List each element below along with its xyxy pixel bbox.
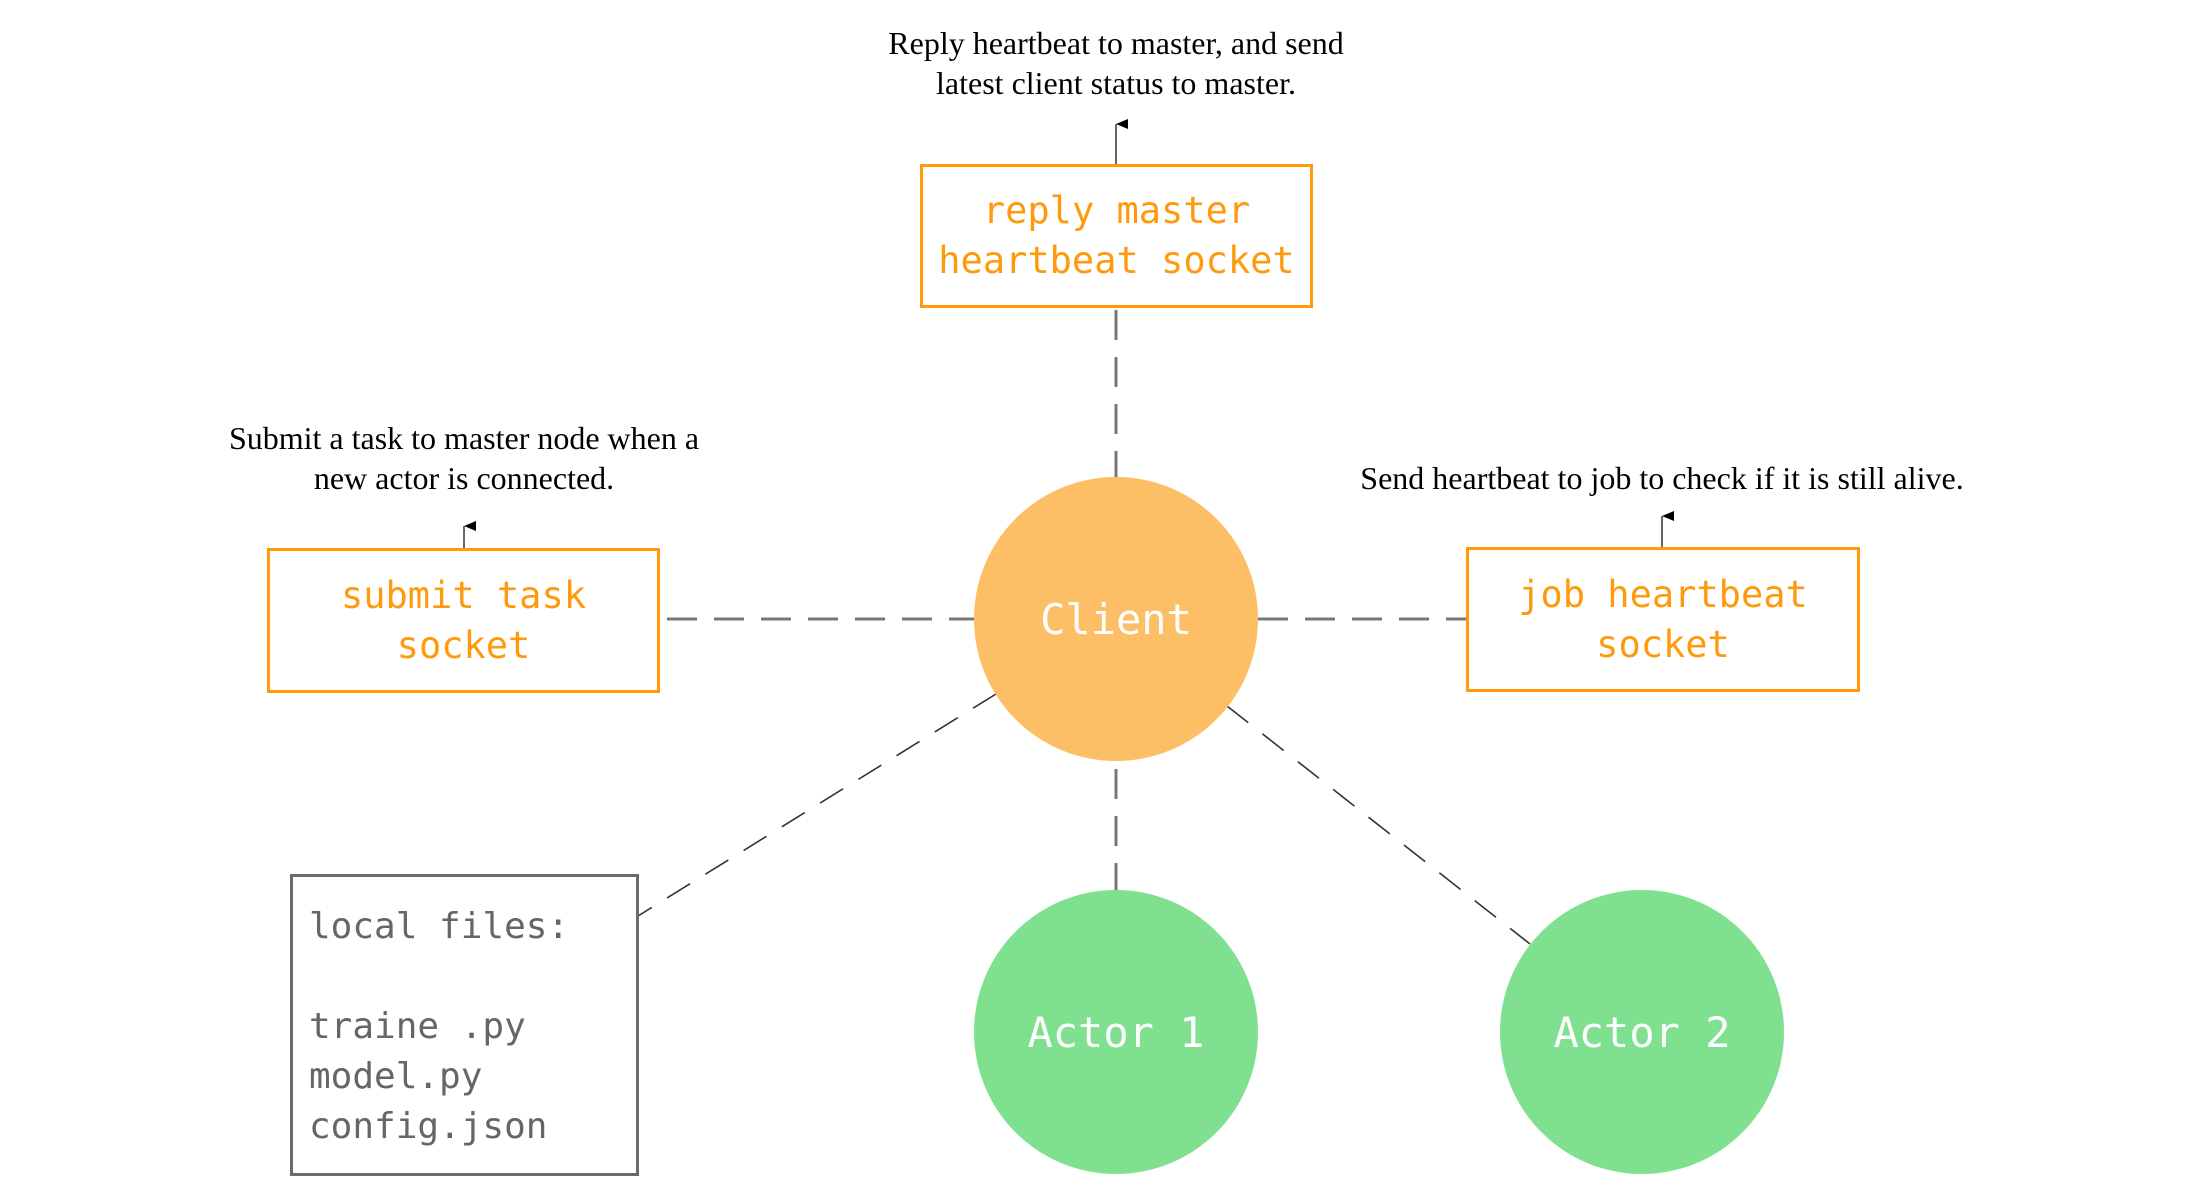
actor-2-node[interactable]: Actor 2 xyxy=(1500,890,1784,1174)
socket-label-line-1: reply master xyxy=(982,189,1251,232)
local-files-spacer xyxy=(309,952,636,1002)
local-files-box[interactable]: local files: traine .py model.py config.… xyxy=(290,874,639,1176)
socket-label-line-1: job heartbeat xyxy=(1518,572,1808,616)
job-heartbeat-socket[interactable]: job heartbeat socket xyxy=(1466,547,1860,692)
caption-left-line-1: Submit a task to master node when a xyxy=(228,420,700,456)
actor-1-node[interactable]: Actor 1 xyxy=(974,890,1258,1174)
caption-top-line-1: Reply heartbeat to master, and send xyxy=(888,25,1344,61)
client-label: Client xyxy=(1040,594,1192,644)
caption-right-line-1: Send heartbeat to job to check if it is … xyxy=(1360,460,1964,496)
local-files-title: local files: xyxy=(309,906,570,947)
caption-left-line-2: new actor is connected. xyxy=(313,460,615,496)
actor-1-label: Actor 1 xyxy=(1027,1007,1205,1057)
file-item: model.py xyxy=(309,1056,483,1097)
caption-right: Send heartbeat to job to check if it is … xyxy=(1282,458,2042,498)
socket-label-line-2: socket xyxy=(1596,622,1730,666)
link-client-local-files xyxy=(637,693,997,917)
socket-label-line-1: submit task xyxy=(340,573,587,617)
submit-task-socket[interactable]: submit task socket xyxy=(267,548,660,693)
caption-top: Reply heartbeat to master, and send late… xyxy=(816,23,1416,103)
link-client-actor2 xyxy=(1226,705,1531,945)
socket-label-line-2: heartbeat socket xyxy=(938,239,1295,282)
caption-left: Submit a task to master node when a new … xyxy=(164,418,764,498)
caption-top-line-2: latest client status to master. xyxy=(936,65,1296,101)
actor-2-label: Actor 2 xyxy=(1553,1007,1731,1057)
file-item: config.json xyxy=(309,1106,548,1147)
file-item: traine .py xyxy=(309,1006,526,1047)
socket-label-line-2: socket xyxy=(396,623,531,667)
client-node[interactable]: Client xyxy=(974,477,1258,761)
reply-master-heartbeat-socket[interactable]: reply master heartbeat socket xyxy=(920,164,1313,308)
